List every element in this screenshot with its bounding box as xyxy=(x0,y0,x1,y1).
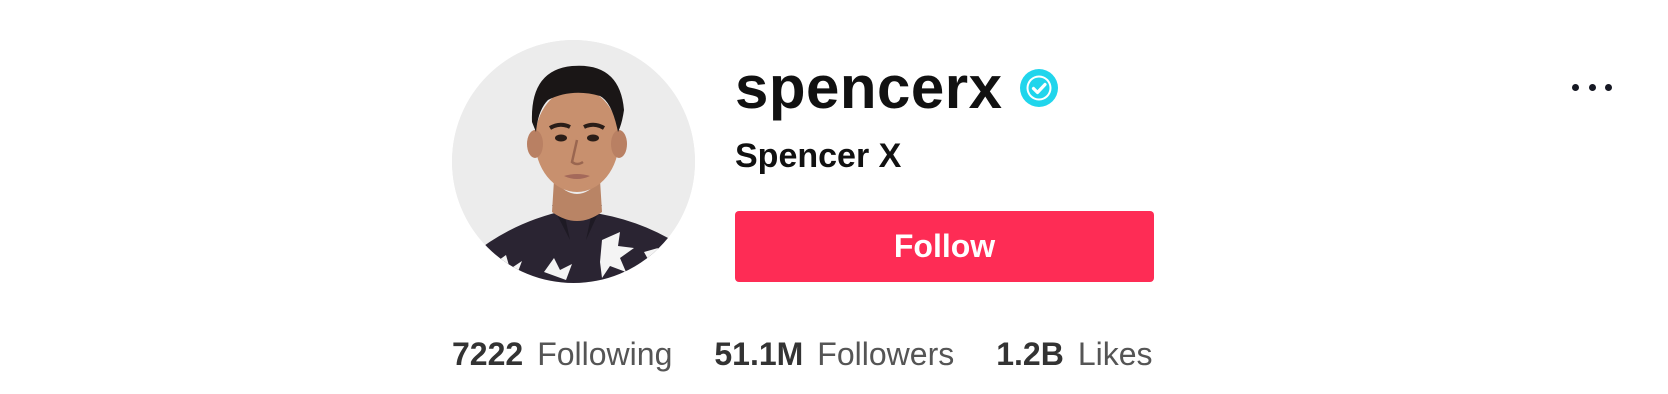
username-row: spencerx xyxy=(735,50,1059,126)
stat-following[interactable]: 7222 Following xyxy=(452,332,672,376)
avatar[interactable] xyxy=(452,40,695,283)
dot-icon xyxy=(1605,83,1612,91)
followers-count: 51.1M xyxy=(714,336,804,372)
more-options-icon[interactable] xyxy=(1568,70,1616,104)
follow-button[interactable]: Follow xyxy=(735,211,1154,282)
dot-icon xyxy=(1572,83,1579,91)
following-label: Following xyxy=(537,336,673,372)
stat-followers[interactable]: 51.1M Followers xyxy=(714,332,954,376)
stats-row: 7222 Following 51.1M Followers 1.2B Like… xyxy=(452,332,1153,376)
likes-label: Likes xyxy=(1077,336,1153,372)
followers-label: Followers xyxy=(817,336,955,372)
username: spencerx xyxy=(735,54,1003,121)
profile-header: spencerx Spencer X Follow 7222 Following… xyxy=(0,0,1668,394)
stat-likes: 1.2B Likes xyxy=(996,332,1152,376)
following-count: 7222 xyxy=(452,336,524,372)
dot-icon xyxy=(1588,83,1596,91)
avatar-photo xyxy=(452,40,695,283)
display-name: Spencer X xyxy=(735,137,902,175)
verified-badge-icon xyxy=(1019,68,1059,108)
likes-count: 1.2B xyxy=(996,336,1064,372)
